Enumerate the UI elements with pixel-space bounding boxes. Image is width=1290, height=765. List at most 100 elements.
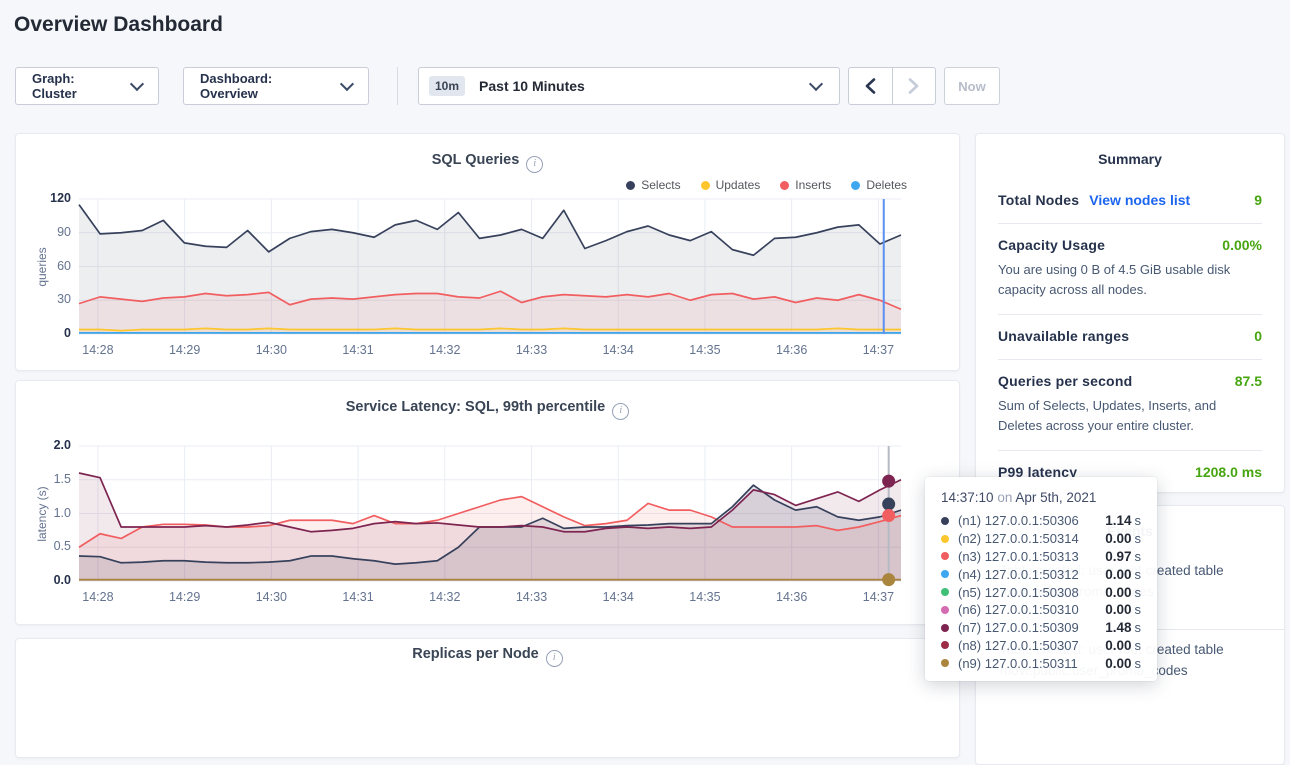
graph-dropdown[interactable]: Graph: Cluster [15, 67, 159, 105]
page-title: Overview Dashboard [14, 13, 223, 37]
chevron-right-icon [908, 78, 919, 94]
next-interval-button[interactable] [892, 68, 936, 104]
tooltip-node-unit: s [1135, 531, 1142, 546]
tooltip-node-label: (n5) 127.0.0.1:50308 [958, 585, 1105, 600]
info-icon[interactable]: i [546, 650, 563, 667]
previous-interval-button[interactable] [849, 68, 892, 104]
qps-value: 87.5 [1235, 373, 1262, 389]
y-axis-tick: 1.0 [27, 506, 71, 520]
tooltip-node-row: (n1) 127.0.0.1:503061.14 s [941, 512, 1141, 530]
x-axis-tick: 14:30 [245, 590, 297, 604]
node-color-dot [941, 641, 949, 649]
tooltip-node-unit: s [1135, 567, 1142, 582]
x-axis-tick: 14:32 [419, 590, 471, 604]
sql-queries-chart-panel: SQL QueriesiSelectsUpdatesInsertsDeletes… [15, 133, 960, 371]
time-range-badge: 10m [429, 76, 465, 96]
y-axis-label: queries [35, 247, 49, 286]
sql-queries-plot[interactable] [16, 134, 959, 370]
tooltip-node-unit: s [1135, 602, 1142, 617]
tooltip-node-row: (n4) 127.0.0.1:503120.00 s [941, 565, 1141, 583]
y-axis-tick: 60 [27, 259, 71, 273]
capacity-usage-description: You are using 0 B of 4.5 GiB usable disk… [998, 260, 1262, 299]
x-axis-tick: 14:31 [332, 343, 384, 357]
x-axis-tick: 14:29 [159, 590, 211, 604]
x-axis-tick: 14:36 [766, 590, 818, 604]
summary-row-unavailable-ranges: Unavailable ranges 0 [998, 315, 1262, 360]
tooltip-node-value: 0.00 [1105, 567, 1131, 582]
tooltip-node-row: (n3) 127.0.0.1:503130.97 s [941, 548, 1141, 566]
dashboard-dropdown-label: Dashboard: Overview [200, 71, 330, 101]
y-axis-tick: 1.5 [27, 472, 71, 486]
tooltip-node-label: (n7) 127.0.0.1:50309 [958, 620, 1105, 635]
x-axis-tick: 14:35 [679, 590, 731, 604]
x-axis-tick: 14:30 [245, 343, 297, 357]
chevron-down-icon [340, 77, 354, 91]
hover-point-dot [882, 498, 895, 511]
x-axis-tick: 14:28 [72, 343, 124, 357]
tooltip-node-unit: s [1135, 638, 1142, 653]
tooltip-node-label: (n4) 127.0.0.1:50312 [958, 567, 1105, 582]
node-color-dot [941, 517, 949, 525]
x-axis-tick: 14:37 [852, 343, 904, 357]
time-step-buttons [848, 67, 936, 105]
x-axis-tick: 14:31 [332, 590, 384, 604]
tooltip-node-label: (n1) 127.0.0.1:50306 [958, 513, 1105, 528]
unavailable-ranges-value: 0 [1254, 328, 1262, 344]
hover-point-dot [882, 475, 895, 488]
tooltip-time: 14:37:10 [941, 490, 994, 505]
tooltip-node-value: 1.14 [1105, 513, 1131, 528]
tooltip-timestamp: 14:37:10 on Apr 5th, 2021 [941, 490, 1141, 505]
tooltip-node-label: (n3) 127.0.0.1:50313 [958, 549, 1105, 564]
hover-point-dot [882, 509, 895, 522]
tooltip-node-value: 0.00 [1105, 602, 1131, 617]
summary-row-qps: Queries per second 87.5 Sum of Selects, … [998, 360, 1262, 451]
tooltip-node-unit: s [1135, 585, 1142, 600]
tooltip-node-label: (n9) 127.0.0.1:50311 [958, 656, 1105, 671]
x-axis-tick: 14:33 [506, 590, 558, 604]
y-axis-label: latency (s) [35, 486, 49, 541]
service-latency-chart-panel: Service Latency: SQL, 99th percentilei0.… [15, 380, 960, 625]
y-axis-tick: 0 [27, 326, 71, 340]
time-range-dropdown[interactable]: 10m Past 10 Minutes [418, 67, 840, 105]
tooltip-node-value: 0.00 [1105, 638, 1131, 653]
tooltip-node-unit: s [1135, 513, 1142, 528]
x-axis-tick: 14:34 [592, 590, 644, 604]
qps-label: Queries per second [998, 373, 1132, 389]
x-axis-tick: 14:33 [506, 343, 558, 357]
dashboard-dropdown[interactable]: Dashboard: Overview [183, 67, 369, 105]
tooltip-node-row: (n7) 127.0.0.1:503091.48s [941, 619, 1141, 637]
y-axis-tick: 0.0 [27, 573, 71, 587]
tooltip-node-row: (n2) 127.0.0.1:503140.00s [941, 530, 1141, 548]
tooltip-node-value: 1.48 [1105, 620, 1131, 635]
tooltip-node-value: 0.97 [1105, 549, 1131, 564]
total-nodes-value: 9 [1254, 192, 1262, 208]
tooltip-node-unit: s [1135, 656, 1142, 671]
capacity-usage-value: 0.00% [1222, 237, 1262, 253]
node-color-dot [941, 570, 949, 578]
node-color-dot [941, 552, 949, 560]
node-color-dot [941, 588, 949, 596]
tooltip-node-row: (n6) 127.0.0.1:503100.00 s [941, 601, 1141, 619]
x-axis-tick: 14:32 [419, 343, 471, 357]
service-latency-sql-99th-percentile-plot[interactable] [16, 381, 959, 624]
chevron-down-icon [809, 77, 823, 91]
summary-title: Summary [998, 134, 1262, 179]
y-axis-tick: 120 [27, 191, 71, 205]
y-axis-tick: 0.5 [27, 539, 71, 553]
tooltip-node-unit: s [1135, 549, 1142, 564]
qps-description: Sum of Selects, Updates, Inserts, and De… [998, 396, 1262, 435]
tooltip-node-row: (n8) 127.0.0.1:503070.00s [941, 637, 1141, 655]
tooltip-node-label: (n6) 127.0.0.1:50310 [958, 602, 1105, 617]
node-color-dot [941, 624, 949, 632]
now-button[interactable]: Now [944, 67, 1000, 105]
x-axis-tick: 14:28 [72, 590, 124, 604]
replicas-per-node-chart-panel: Replicas per Node i [15, 638, 960, 758]
view-nodes-list-link[interactable]: View nodes list [1089, 192, 1190, 208]
chart-title-text: Replicas per Node [412, 646, 539, 662]
x-axis-tick: 14:36 [766, 343, 818, 357]
x-axis-tick: 14:37 [852, 590, 904, 604]
tooltip-connector: on [997, 490, 1012, 505]
latency-hover-tooltip: 14:37:10 on Apr 5th, 2021 (n1) 127.0.0.1… [925, 477, 1157, 681]
summary-row-capacity: Capacity Usage 0.00% You are using 0 B o… [998, 224, 1262, 315]
tooltip-node-label: (n2) 127.0.0.1:50314 [958, 531, 1105, 546]
